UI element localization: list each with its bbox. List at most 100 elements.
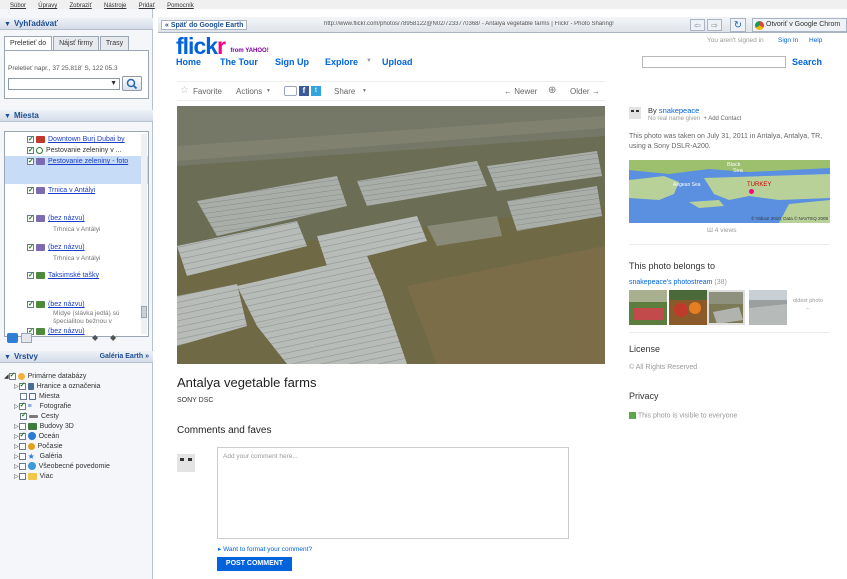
newer-button[interactable]: ← Newer: [504, 87, 537, 96]
nav-sign-up[interactable]: Sign Up: [275, 57, 309, 67]
star-icon[interactable]: ☆: [180, 85, 189, 96]
checkbox[interactable]: [27, 213, 34, 224]
checkbox[interactable]: [27, 242, 34, 253]
list-item-selected[interactable]: Pestovanie zeleniny - foto: [5, 156, 148, 184]
photostream-thumb[interactable]: [629, 290, 667, 325]
checkbox[interactable]: [20, 392, 27, 400]
tab-fly-to[interactable]: Preletieť do: [4, 36, 53, 50]
nav-home[interactable]: Home: [176, 57, 201, 67]
places-panel-header[interactable]: ▼ Miesta: [0, 110, 153, 122]
layer-row[interactable]: Cesty: [20, 411, 59, 422]
forward-arrow-icon[interactable]: ⇨: [707, 19, 722, 31]
layers-panel-header[interactable]: ▼ Vrstvy Galéria Earth »: [0, 351, 153, 363]
photostream-thumb[interactable]: [669, 290, 707, 325]
location-map[interactable]: Black Sea TURKEY Aegean Sea © Yahoo! 201…: [629, 160, 830, 223]
sign-in-link[interactable]: Sign In: [778, 37, 798, 44]
email-icon[interactable]: [284, 86, 297, 96]
author-link[interactable]: snakepeace: [659, 106, 699, 115]
checkbox[interactable]: [27, 145, 34, 156]
scroll-thumb[interactable]: [141, 306, 147, 318]
open-in-chrome-button[interactable]: Otvoriť v Google Chrom: [752, 18, 847, 32]
list-item[interactable]: Trnica v Antályi: [27, 185, 148, 196]
search-input[interactable]: [642, 56, 786, 68]
layer-row[interactable]: ▷Hranice a označenia: [14, 381, 100, 392]
list-item[interactable]: (bez názvu): [27, 242, 148, 253]
favorite-button[interactable]: Favorite: [193, 87, 222, 96]
checkbox[interactable]: [27, 185, 34, 196]
dropdown-arrow-icon[interactable]: ▼: [110, 80, 117, 87]
checkbox[interactable]: [27, 156, 34, 167]
list-item[interactable]: Pestovanie zeleniny v ...: [27, 145, 148, 156]
checkbox[interactable]: [8, 371, 16, 381]
help-link[interactable]: Help: [809, 37, 822, 44]
back-arrow-icon[interactable]: ⇦: [690, 19, 705, 31]
list-item[interactable]: (bez názvu): [27, 299, 148, 310]
add-folder-button[interactable]: [7, 333, 18, 343]
place-label[interactable]: Trnica v Antályi: [48, 187, 95, 194]
comment-textarea[interactable]: Add your comment here...: [217, 447, 569, 539]
fly-to-search-button[interactable]: [122, 76, 142, 91]
search-panel-header[interactable]: ▼ Vyhľadávať: [0, 18, 153, 30]
layer-row[interactable]: ▷ ★ Galéria: [14, 452, 62, 462]
nav-explore[interactable]: Explore: [325, 57, 358, 67]
place-label[interactable]: Downtown Burj Dubai by: [48, 136, 125, 143]
place-label[interactable]: (bez názvu): [48, 244, 85, 251]
place-label[interactable]: (bez názvu): [48, 301, 85, 308]
back-to-earth-button[interactable]: « Späť do Google Earth: [161, 20, 248, 30]
place-label[interactable]: Taksimské tašky: [48, 272, 99, 279]
checkbox[interactable]: [18, 431, 26, 441]
refresh-icon[interactable]: ↻: [730, 18, 746, 32]
tab-find-businesses[interactable]: Nájsť firmy: [53, 36, 99, 50]
format-hint-link[interactable]: ▸ Want to format your comment?: [218, 545, 312, 553]
search-button[interactable]: Search: [792, 57, 822, 67]
fly-to-input[interactable]: ▼: [8, 78, 120, 90]
checkbox[interactable]: [18, 472, 26, 480]
author-avatar[interactable]: [629, 107, 641, 119]
layer-row[interactable]: ▷Oceán: [14, 431, 59, 442]
places-scrollbar[interactable]: [141, 134, 147, 334]
checkbox[interactable]: [18, 452, 26, 460]
checkbox[interactable]: [27, 270, 34, 281]
checkbox[interactable]: [18, 442, 26, 450]
checkbox[interactable]: [18, 401, 26, 411]
nav-upload[interactable]: Upload: [382, 57, 413, 67]
older-button[interactable]: Older →: [570, 87, 600, 96]
list-item[interactable]: Taksimské tašky: [27, 270, 148, 281]
move-down-icon[interactable]: ◆: [110, 333, 116, 342]
chevron-down-icon[interactable]: ▼: [266, 88, 271, 94]
zoom-icon[interactable]: ⊕: [548, 85, 556, 96]
move-up-icon[interactable]: ◆: [92, 333, 98, 342]
tab-directions[interactable]: Trasy: [99, 36, 130, 50]
place-label[interactable]: Pestovanie zeleniny - foto: [48, 158, 128, 165]
layer-row[interactable]: Miesta: [20, 392, 60, 402]
actions-button[interactable]: Actions: [236, 87, 262, 96]
menu-help[interactable]: Pomocník: [167, 3, 194, 9]
list-item[interactable]: (bez názvu): [27, 213, 148, 224]
map-marker-icon[interactable]: [749, 189, 754, 194]
checkbox[interactable]: [27, 299, 34, 310]
layer-row[interactable]: ▷ Viac: [14, 472, 53, 482]
place-label[interactable]: Pestovanie zeleniny v ...: [46, 147, 122, 154]
place-label[interactable]: (bez názvu): [48, 215, 85, 222]
add-contact-link[interactable]: + Add Contact: [703, 116, 741, 122]
photostream-thumb-current[interactable]: [707, 290, 745, 325]
layer-row[interactable]: ▷ Všeobecné povedomie: [14, 462, 110, 472]
facebook-icon[interactable]: f: [299, 86, 309, 96]
address-bar[interactable]: http://www.flickr.com/photos/78958122@N0…: [324, 21, 684, 27]
checkbox[interactable]: [20, 411, 27, 421]
post-comment-button[interactable]: POST COMMENT: [217, 557, 292, 571]
nav-the-tour[interactable]: The Tour: [220, 57, 258, 67]
list-item[interactable]: Downtown Burj Dubai by: [27, 134, 148, 145]
oldest-photo-link[interactable]: oldest photo ←: [791, 298, 825, 312]
checkbox[interactable]: [18, 381, 26, 391]
photostream-link[interactable]: snakepeace's photostream (38): [629, 279, 727, 286]
share-button[interactable]: Share: [334, 87, 355, 96]
main-photo[interactable]: [177, 106, 605, 364]
checkbox[interactable]: [18, 422, 26, 430]
explore-chevron-icon[interactable]: ▼: [366, 58, 372, 64]
layer-row[interactable]: ▷ Počasie: [14, 442, 63, 452]
chevron-down-icon[interactable]: ▼: [362, 88, 367, 94]
twitter-icon[interactable]: t: [311, 86, 321, 96]
panel-toggle-button[interactable]: [21, 333, 32, 343]
checkbox[interactable]: [18, 462, 26, 470]
